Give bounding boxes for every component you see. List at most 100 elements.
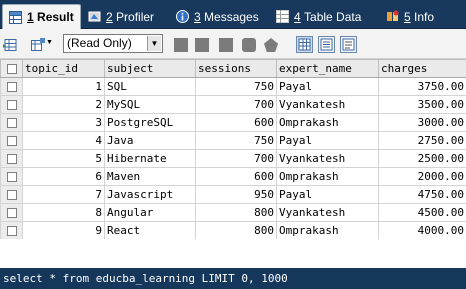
cell-charges[interactable]: 4500.00: [378, 203, 466, 222]
delete-row-icon[interactable]: [242, 38, 256, 52]
cell-sessions[interactable]: 950: [195, 185, 277, 204]
cell-charges[interactable]: 3000.00: [378, 113, 466, 132]
row-checkbox[interactable]: [0, 113, 23, 132]
column-header[interactable]: charges: [378, 59, 466, 78]
table-row[interactable]: 2 MySQL 700 Vyankatesh 3500.00: [0, 95, 466, 114]
tab-messages[interactable]: 3 Messages: [176, 4, 259, 29]
checkbox-icon[interactable]: [6, 82, 17, 92]
row-checkbox[interactable]: [0, 185, 23, 204]
cell-sessions[interactable]: 700: [195, 149, 277, 168]
cell-topic-id[interactable]: 1: [22, 77, 105, 96]
row-checkbox[interactable]: [0, 167, 23, 186]
cell-subject[interactable]: Hibernate: [104, 149, 196, 168]
cell-charges[interactable]: 2000.00: [378, 167, 466, 186]
column-header[interactable]: expert_name: [276, 59, 379, 78]
table-row[interactable]: 6 Maven 600 Omprakash 2000.00: [0, 167, 466, 186]
row-checkbox[interactable]: [0, 95, 23, 114]
cancel-changes-icon[interactable]: [264, 38, 278, 52]
cell-topic-id[interactable]: 6: [22, 167, 105, 186]
form-view-button[interactable]: [318, 36, 335, 53]
cell-expert-name[interactable]: Vyankatesh: [276, 149, 379, 168]
copy-dropdown-chevron-icon[interactable]: ▼: [46, 39, 53, 46]
cell-charges[interactable]: 4000.00: [378, 221, 466, 240]
select-all-checkbox[interactable]: [0, 59, 23, 78]
tab-profiler[interactable]: 2 Profiler: [88, 4, 154, 29]
cell-sessions[interactable]: 750: [195, 131, 277, 150]
table-row[interactable]: 5 Hibernate 700 Vyankatesh 2500.00: [0, 149, 466, 168]
tab-profiler-label: Profiler: [116, 9, 155, 24]
table-row[interactable]: 7 Javascript 950 Payal 4750.00: [0, 185, 466, 204]
cell-subject[interactable]: PostgreSQL: [104, 113, 196, 132]
row-checkbox[interactable]: [0, 221, 23, 240]
grid-view-button[interactable]: [296, 36, 313, 53]
insert-row-icon[interactable]: [174, 38, 188, 52]
cell-subject[interactable]: Javascript: [104, 185, 196, 204]
row-checkbox[interactable]: [0, 131, 23, 150]
checkbox-icon[interactable]: [6, 100, 17, 110]
tab-table-data-label: Table Data: [304, 9, 362, 24]
row-checkbox[interactable]: [0, 203, 23, 222]
copy-grid-icon[interactable]: [31, 38, 45, 52]
column-header[interactable]: sessions: [195, 59, 277, 78]
cell-expert-name[interactable]: Payal: [276, 185, 379, 204]
table-row[interactable]: 9 React 800 Omprakash 4000.00: [0, 221, 466, 240]
checkbox-icon[interactable]: [6, 172, 17, 182]
cell-subject[interactable]: SQL: [104, 77, 196, 96]
table-row[interactable]: 8 Angular 800 Vyankatesh 4500.00: [0, 203, 466, 222]
grid-mode-select[interactable]: (Read Only) ▼: [63, 34, 163, 53]
cell-sessions[interactable]: 600: [195, 167, 277, 186]
checkbox-icon[interactable]: [6, 136, 17, 146]
cell-subject[interactable]: Java: [104, 131, 196, 150]
cell-topic-id[interactable]: 3: [22, 113, 105, 132]
cell-subject[interactable]: Angular: [104, 203, 196, 222]
column-header[interactable]: topic_id: [22, 59, 105, 78]
checkbox-icon[interactable]: [6, 190, 17, 200]
checkbox-icon[interactable]: [6, 64, 17, 74]
tab-table-data[interactable]: 4 Table Data: [276, 4, 361, 29]
cell-expert-name[interactable]: Payal: [276, 131, 379, 150]
checkbox-icon[interactable]: [6, 208, 17, 218]
table-row[interactable]: 1 SQL 750 Payal 3750.00: [0, 77, 466, 96]
cell-expert-name[interactable]: Omprakash: [276, 113, 379, 132]
cell-charges[interactable]: 3500.00: [378, 95, 466, 114]
table-row[interactable]: 3 PostgreSQL 600 Omprakash 3000.00: [0, 113, 466, 132]
column-header[interactable]: subject: [104, 59, 196, 78]
cell-subject[interactable]: MySQL: [104, 95, 196, 114]
export-grid-icon[interactable]: [3, 38, 17, 52]
cell-expert-name[interactable]: Vyankatesh: [276, 95, 379, 114]
text-view-button[interactable]: [340, 36, 357, 53]
cell-charges[interactable]: 2500.00: [378, 149, 466, 168]
checkbox-icon[interactable]: [6, 226, 17, 236]
checkbox-icon[interactable]: [6, 118, 17, 128]
checkbox-icon[interactable]: [6, 154, 17, 164]
cell-expert-name[interactable]: Vyankatesh: [276, 203, 379, 222]
cell-topic-id[interactable]: 9: [22, 221, 105, 240]
cell-charges[interactable]: 2750.00: [378, 131, 466, 150]
cell-sessions[interactable]: 800: [195, 221, 277, 240]
cell-expert-name[interactable]: Payal: [276, 77, 379, 96]
cell-charges[interactable]: 4750.00: [378, 185, 466, 204]
table-row[interactable]: 4 Java 750 Payal 2750.00: [0, 131, 466, 150]
cell-subject[interactable]: React: [104, 221, 196, 240]
cell-subject[interactable]: Maven: [104, 167, 196, 186]
chevron-down-icon[interactable]: ▼: [147, 36, 161, 51]
tab-result[interactable]: 1 Result: [2, 4, 81, 29]
row-checkbox[interactable]: [0, 77, 23, 96]
cell-topic-id[interactable]: 4: [22, 131, 105, 150]
cell-topic-id[interactable]: 8: [22, 203, 105, 222]
cell-sessions[interactable]: 700: [195, 95, 277, 114]
cell-expert-name[interactable]: Omprakash: [276, 221, 379, 240]
cell-charges[interactable]: 3750.00: [378, 77, 466, 96]
cell-topic-id[interactable]: 7: [22, 185, 105, 204]
cell-expert-name[interactable]: Omprakash: [276, 167, 379, 186]
row-checkbox[interactable]: [0, 149, 23, 168]
duplicate-row-icon[interactable]: [195, 38, 209, 52]
cell-topic-id[interactable]: 5: [22, 149, 105, 168]
cell-sessions[interactable]: 600: [195, 113, 277, 132]
cell-sessions[interactable]: 800: [195, 203, 277, 222]
empty-grid-area: [0, 239, 466, 268]
save-icon[interactable]: [219, 38, 233, 52]
tab-info[interactable]: 5 Info: [386, 4, 434, 29]
cell-topic-id[interactable]: 2: [22, 95, 105, 114]
cell-sessions[interactable]: 750: [195, 77, 277, 96]
